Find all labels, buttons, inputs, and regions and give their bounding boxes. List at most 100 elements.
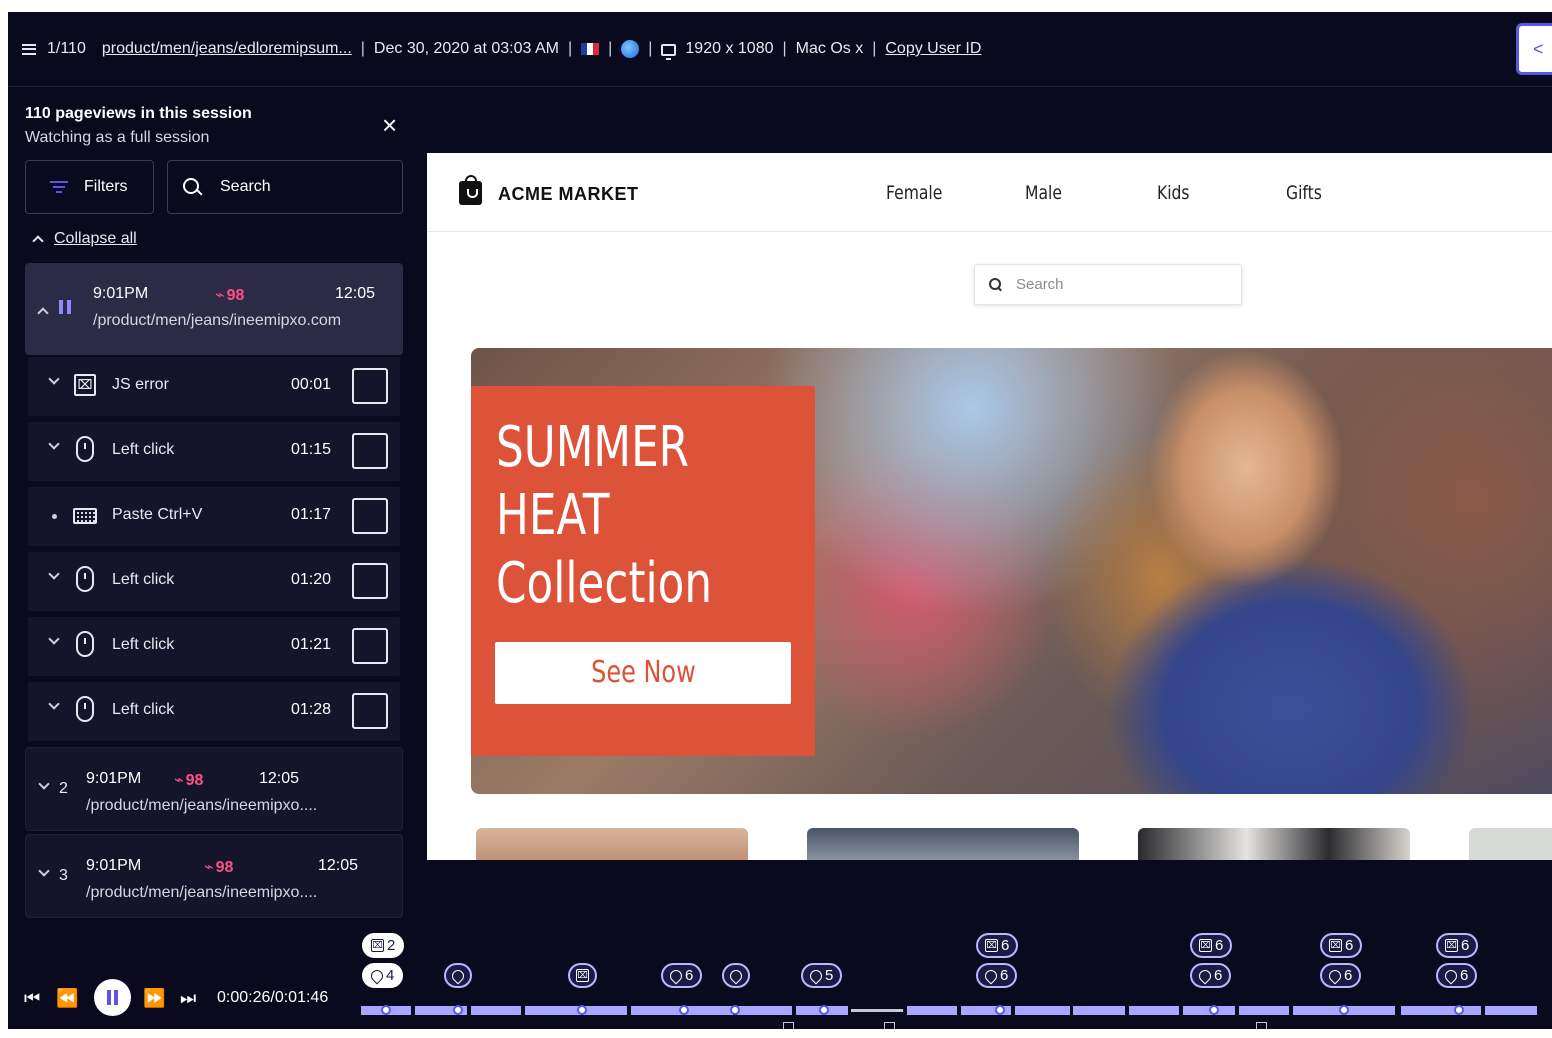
nav-item-kids[interactable]: Kids bbox=[1157, 182, 1190, 204]
site-search-input[interactable]: Search bbox=[974, 264, 1242, 305]
pageview-item[interactable]: 3 9:01PM ⌁ 98 12:05 /product/men/jeans/in… bbox=[25, 834, 403, 918]
timeline-marker[interactable] bbox=[819, 1005, 829, 1015]
js-error-icon: ⌧ bbox=[1199, 939, 1212, 952]
pause-button[interactable] bbox=[94, 979, 131, 1016]
event-row[interactable]: Left click 01:28 bbox=[28, 682, 400, 741]
event-checkbox[interactable] bbox=[352, 628, 388, 664]
nav-item-female[interactable]: Female bbox=[886, 182, 942, 204]
nav-item-male[interactable]: Male bbox=[1025, 182, 1062, 204]
share-button[interactable]: < bbox=[1516, 23, 1552, 75]
js-error-icon: ⌧ bbox=[1445, 939, 1458, 952]
comment-icon[interactable] bbox=[884, 1022, 895, 1029]
pageview-item-active[interactable]: 9:01PM ⌁ 98 12:05 /product/men/jeans/inee… bbox=[25, 263, 403, 355]
pageview-item[interactable]: 2 9:01PM ⌁ 98 12:05 /product/men/jeans/in… bbox=[25, 747, 403, 831]
chevron-down-icon[interactable] bbox=[48, 633, 60, 645]
click-count-badge[interactable]: 6 bbox=[1190, 963, 1232, 988]
event-row[interactable]: Left click 01:15 bbox=[28, 422, 400, 481]
event-time: 00:01 bbox=[291, 376, 332, 393]
chevron-down-icon[interactable] bbox=[48, 438, 60, 450]
product-thumbnail[interactable] bbox=[476, 828, 748, 860]
skip-back-icon[interactable]: ⏮ bbox=[24, 988, 40, 1009]
timeline-marker[interactable] bbox=[381, 1005, 391, 1015]
event-row[interactable]: ⌧ JS error 00:01 bbox=[28, 357, 400, 416]
pageview-time: 9:01PM bbox=[93, 285, 149, 302]
chevron-down-icon[interactable] bbox=[38, 778, 50, 790]
product-thumbnail[interactable] bbox=[1469, 828, 1552, 860]
rewind-icon[interactable]: ⏪ bbox=[56, 988, 78, 1009]
error-count-badge[interactable]: ⌧ 6 bbox=[1436, 933, 1479, 958]
timeline-marker[interactable] bbox=[679, 1005, 689, 1015]
product-thumbnail[interactable] bbox=[807, 828, 1079, 860]
click-count-badge[interactable]: 4 bbox=[362, 963, 404, 988]
menu-icon[interactable] bbox=[22, 43, 36, 55]
event-checkbox[interactable] bbox=[352, 368, 388, 404]
timeline-marker[interactable] bbox=[453, 1005, 463, 1015]
error-count-badge[interactable]: ⌧ 6 bbox=[1190, 933, 1233, 958]
error-count-badge[interactable]: ⌧ 2 bbox=[362, 933, 405, 958]
timeline-marker[interactable] bbox=[577, 1005, 587, 1015]
chevron-down-icon[interactable] bbox=[38, 865, 50, 877]
click-icon bbox=[667, 967, 685, 984]
click-icon bbox=[368, 967, 386, 984]
event-time: 01:20 bbox=[291, 571, 332, 588]
js-error-icon: ⌧ bbox=[1329, 939, 1342, 952]
comment-icon[interactable] bbox=[783, 1022, 794, 1029]
chevron-down-icon[interactable] bbox=[48, 698, 60, 710]
click-count-badge[interactable]: 5 bbox=[801, 963, 843, 988]
error-badge[interactable]: ⌧ bbox=[568, 963, 597, 988]
timeline-marker[interactable] bbox=[1339, 1005, 1349, 1015]
close-icon[interactable]: × bbox=[382, 112, 397, 138]
chevron-down-icon[interactable] bbox=[48, 568, 60, 580]
mouse-icon bbox=[76, 436, 94, 462]
site-brand: ACME MARKET bbox=[498, 184, 639, 204]
click-icon bbox=[727, 967, 745, 984]
pulse-icon: ⌁ bbox=[174, 772, 184, 789]
click-count-badge[interactable]: 6 bbox=[976, 963, 1018, 988]
js-error-icon: ⌧ bbox=[576, 969, 589, 982]
event-row[interactable]: Left click 01:20 bbox=[28, 552, 400, 611]
click-icon bbox=[449, 967, 467, 984]
timeline-track[interactable] bbox=[361, 1005, 1552, 1015]
click-count-badge[interactable]: 6 bbox=[661, 963, 703, 988]
event-label: Paste Ctrl+V bbox=[112, 506, 203, 523]
chevron-up-icon[interactable] bbox=[37, 307, 49, 319]
event-row[interactable]: Paste Ctrl+V 01:17 bbox=[28, 487, 400, 546]
click-badge[interactable] bbox=[722, 963, 750, 988]
error-count-badge[interactable]: ⌧ 6 bbox=[976, 933, 1019, 958]
timeline-marker[interactable] bbox=[1209, 1005, 1219, 1015]
click-icon bbox=[807, 967, 825, 984]
click-count-badge[interactable]: 6 bbox=[1320, 963, 1362, 988]
nav-item-gifts[interactable]: Gifts bbox=[1286, 182, 1322, 204]
chevron-down-icon[interactable] bbox=[48, 373, 60, 385]
event-checkbox[interactable] bbox=[352, 563, 388, 599]
product-thumbnail[interactable] bbox=[1138, 828, 1410, 860]
click-badge[interactable] bbox=[444, 963, 472, 988]
timeline-marker[interactable] bbox=[995, 1005, 1005, 1015]
click-count-badge[interactable]: 6 bbox=[1436, 963, 1478, 988]
event-time: 01:15 bbox=[291, 441, 332, 458]
pageview-duration: 12:05 bbox=[335, 285, 376, 302]
page-url-link[interactable]: product/men/jeans/edloremipsum... bbox=[102, 40, 352, 58]
filters-button[interactable]: Filters bbox=[25, 160, 154, 214]
copy-user-id-link[interactable]: Copy User ID bbox=[885, 40, 981, 58]
event-row[interactable]: Left click 01:21 bbox=[28, 617, 400, 676]
timeline-marker[interactable] bbox=[1454, 1005, 1464, 1015]
frustration-score: ⌁ 98 bbox=[204, 859, 234, 876]
skip-forward-icon[interactable]: ⏭ bbox=[180, 988, 196, 1009]
event-checkbox[interactable] bbox=[352, 693, 388, 729]
replay-viewport: ACME MARKET Female Male Kids Gifts Searc… bbox=[427, 153, 1552, 860]
event-checkbox[interactable] bbox=[352, 498, 388, 534]
error-count-badge[interactable]: ⌧ 6 bbox=[1320, 933, 1363, 958]
shopping-bag-icon bbox=[459, 175, 482, 205]
comment-icon[interactable] bbox=[1256, 1022, 1267, 1029]
mouse-icon bbox=[76, 631, 94, 657]
event-label: Left click bbox=[112, 571, 175, 588]
share-icon: < bbox=[1533, 39, 1544, 59]
event-checkbox[interactable] bbox=[352, 433, 388, 469]
timeline-marker[interactable] bbox=[730, 1005, 740, 1015]
search-button[interactable]: Search bbox=[167, 160, 403, 214]
see-now-button[interactable]: See Now bbox=[495, 642, 791, 704]
collapse-all-link[interactable]: Collapse all bbox=[32, 230, 137, 248]
session-title: 110 pageviews in this session bbox=[25, 105, 252, 122]
fast-forward-icon[interactable]: ⏩ bbox=[143, 988, 165, 1009]
